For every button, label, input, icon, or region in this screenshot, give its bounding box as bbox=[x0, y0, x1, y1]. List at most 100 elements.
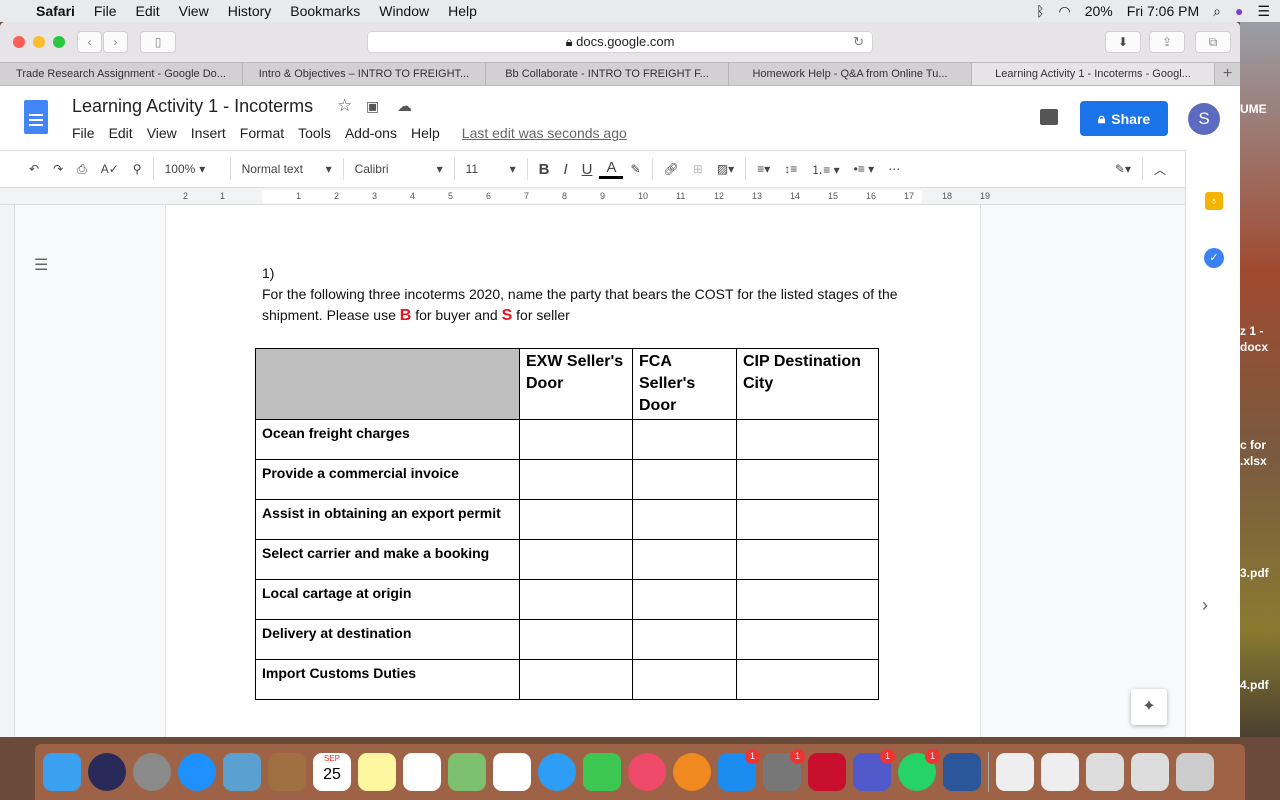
answer-cell-fca[interactable] bbox=[632, 459, 737, 500]
answer-cell-exw[interactable] bbox=[519, 539, 633, 580]
table-header-exw[interactable]: EXW Seller's Door bbox=[519, 348, 633, 420]
downloads-button[interactable]: ⬇ bbox=[1105, 31, 1141, 53]
menu-app[interactable]: Safari bbox=[36, 3, 75, 19]
bold-icon[interactable]: B bbox=[532, 161, 557, 178]
print-icon[interactable]: ⎙ bbox=[70, 162, 94, 177]
document-page[interactable]: 1) For the following three incoterms 202… bbox=[165, 205, 981, 737]
docs-menu-tools[interactable]: Tools bbox=[298, 125, 331, 141]
itunes-icon[interactable] bbox=[628, 753, 666, 791]
outline-icon[interactable]: ☰ bbox=[34, 255, 48, 275]
zoom-window-button[interactable] bbox=[53, 36, 65, 48]
keep-icon[interactable]: ♁ bbox=[1205, 192, 1223, 210]
answer-cell-fca[interactable] bbox=[632, 499, 737, 540]
tab-overview-button[interactable]: ⧉ bbox=[1195, 31, 1231, 53]
tab-trade-research[interactable]: Trade Research Assignment - Google Do... bbox=[0, 63, 243, 85]
stage-label[interactable]: Provide a commercial invoice bbox=[255, 459, 520, 500]
stage-label[interactable]: Import Customs Duties bbox=[255, 659, 520, 700]
menu-bookmarks[interactable]: Bookmarks bbox=[290, 3, 360, 19]
photos-icon[interactable] bbox=[493, 753, 531, 791]
address-bar[interactable]: 🔒︎ docs.google.com ↻ bbox=[367, 31, 873, 53]
menu-help[interactable]: Help bbox=[448, 3, 477, 19]
clock[interactable]: Fri 7:06 PM bbox=[1127, 3, 1199, 20]
reminders-icon[interactable] bbox=[403, 753, 441, 791]
desktop-file-label[interactable]: .xlsx bbox=[1240, 454, 1267, 468]
share-button[interactable]: 🔒︎ Share bbox=[1080, 101, 1168, 136]
reload-icon[interactable]: ↻ bbox=[853, 32, 864, 52]
recent-document-icon[interactable] bbox=[996, 753, 1034, 791]
launchpad-icon[interactable] bbox=[133, 753, 171, 791]
table-header-cip[interactable]: CIP Destination City bbox=[736, 348, 879, 420]
font-size-select[interactable]: 11 ▾ bbox=[459, 162, 523, 176]
text-color-icon[interactable]: A bbox=[599, 159, 624, 179]
desktop-file-label[interactable]: 4.pdf bbox=[1240, 678, 1269, 692]
explore-button[interactable]: ✦ bbox=[1131, 689, 1167, 725]
siri-icon[interactable] bbox=[88, 753, 126, 791]
tab-learning-activity[interactable]: Learning Activity 1 - Incoterms - Googl.… bbox=[972, 63, 1215, 85]
tab-bb-collaborate[interactable]: Bb Collaborate - INTRO TO FREIGHT F... bbox=[486, 63, 729, 85]
answer-cell-exw[interactable] bbox=[519, 459, 633, 500]
menu-view[interactable]: View bbox=[179, 3, 209, 19]
answer-cell-cip[interactable] bbox=[736, 499, 879, 540]
menu-window[interactable]: Window bbox=[379, 3, 429, 19]
answer-cell-exw[interactable] bbox=[519, 579, 633, 620]
tab-intro-objectives[interactable]: Intro & Objectives – INTRO TO FREIGHT... bbox=[243, 63, 486, 85]
desktop-file-label[interactable]: z 1 - bbox=[1240, 324, 1263, 338]
table-header-fca[interactable]: FCA Seller's Door bbox=[632, 348, 737, 420]
back-button[interactable]: ‹ bbox=[77, 31, 102, 53]
answer-cell-cip[interactable] bbox=[736, 459, 879, 500]
collapse-icon[interactable]: ︿ bbox=[1147, 161, 1173, 178]
docs-menu-format[interactable]: Format bbox=[240, 125, 284, 141]
menu-history[interactable]: History bbox=[228, 3, 272, 19]
notification-center-icon[interactable]: ☰ bbox=[1257, 3, 1270, 20]
answer-cell-fca[interactable] bbox=[632, 659, 737, 700]
recent-document-icon[interactable] bbox=[1041, 753, 1079, 791]
avatar[interactable]: S bbox=[1188, 103, 1220, 135]
recent-document-icon[interactable] bbox=[1086, 753, 1124, 791]
answer-cell-exw[interactable] bbox=[519, 499, 633, 540]
editing-mode-icon[interactable]: ✎▾ bbox=[1108, 162, 1138, 176]
horizontal-ruler[interactable]: 2 1 1 2 3 4 5 6 7 8 9 10 11 12 13 14 15 16 17 18 19 bbox=[0, 188, 1185, 205]
answer-cell-fca[interactable] bbox=[632, 579, 737, 620]
share-sheet-button[interactable]: ⇪ bbox=[1149, 31, 1185, 53]
spellcheck-icon[interactable]: A✓ bbox=[94, 162, 126, 176]
line-spacing-icon[interactable]: ↕≡ bbox=[777, 162, 804, 176]
redo-icon[interactable]: ↷ bbox=[46, 162, 70, 176]
cloud-status-icon[interactable]: ☁︎ bbox=[397, 97, 412, 115]
add-comment-icon[interactable]: ⊞ bbox=[686, 162, 710, 176]
answer-cell-exw[interactable] bbox=[519, 419, 633, 460]
undo-icon[interactable]: ↶ bbox=[22, 162, 46, 176]
acrobat-icon[interactable] bbox=[808, 753, 846, 791]
docs-menu-insert[interactable]: Insert bbox=[191, 125, 226, 141]
vertical-ruler[interactable] bbox=[0, 205, 15, 737]
highlight-icon[interactable]: ✎ bbox=[623, 162, 647, 176]
answer-cell-cip[interactable] bbox=[736, 659, 879, 700]
answer-cell-fca[interactable] bbox=[632, 619, 737, 660]
finder-icon[interactable] bbox=[43, 753, 81, 791]
bluetooth-icon[interactable]: ᛒ bbox=[1036, 3, 1044, 20]
answer-cell-exw[interactable] bbox=[519, 619, 633, 660]
notes-icon[interactable] bbox=[358, 753, 396, 791]
answer-cell-cip[interactable] bbox=[736, 419, 879, 460]
answer-cell-cip[interactable] bbox=[736, 619, 879, 660]
bulleted-list-icon[interactable]: •≡ ▾ bbox=[847, 162, 882, 176]
more-icon[interactable]: ⋯ bbox=[881, 162, 907, 176]
desktop-file-label[interactable]: c for bbox=[1240, 438, 1266, 452]
docs-menu-view[interactable]: View bbox=[147, 125, 177, 141]
siri-icon[interactable]: ● bbox=[1235, 3, 1243, 20]
answer-cell-cip[interactable] bbox=[736, 579, 879, 620]
align-icon[interactable]: ≡▾ bbox=[750, 162, 777, 176]
answer-cell-cip[interactable] bbox=[736, 539, 879, 580]
docs-menu-file[interactable]: File bbox=[72, 125, 95, 141]
insert-image-icon[interactable]: ▨▾ bbox=[710, 162, 741, 176]
answer-cell-fca[interactable] bbox=[632, 419, 737, 460]
desktop-file-label[interactable]: 3.pdf bbox=[1240, 566, 1269, 580]
menu-edit[interactable]: Edit bbox=[135, 3, 159, 19]
books-icon[interactable] bbox=[673, 753, 711, 791]
teams-icon[interactable]: 1 bbox=[853, 749, 895, 791]
stage-label[interactable]: Delivery at destination bbox=[255, 619, 520, 660]
forward-button[interactable]: › bbox=[103, 31, 128, 53]
messages-icon[interactable] bbox=[538, 753, 576, 791]
star-icon[interactable]: ☆ bbox=[337, 96, 352, 116]
font-select[interactable]: Calibri ▾ bbox=[348, 162, 450, 176]
app-store-icon[interactable]: 1 bbox=[718, 749, 760, 791]
